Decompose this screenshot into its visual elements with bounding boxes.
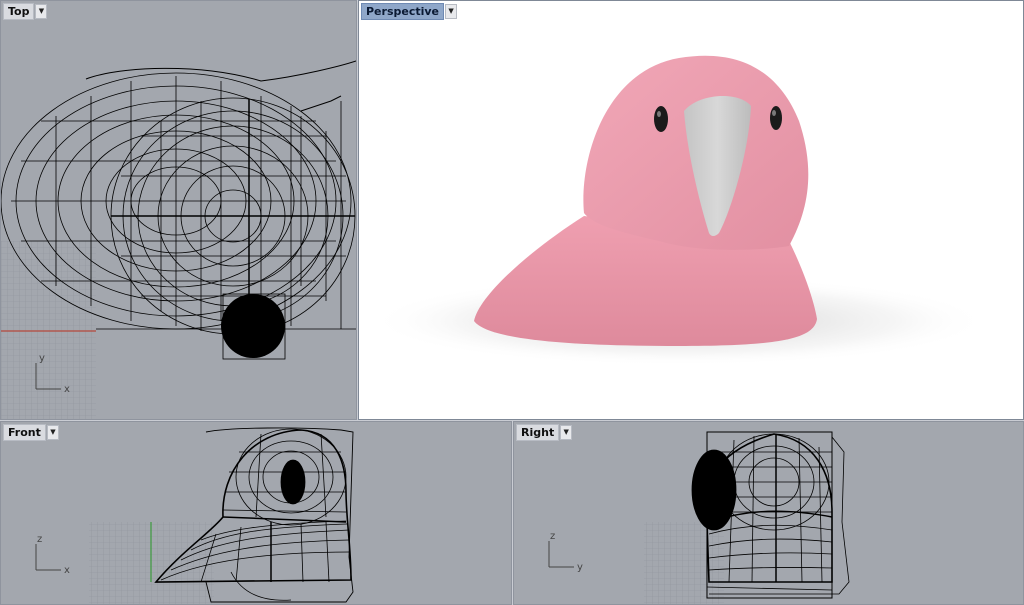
viewport-perspective[interactable]: Perspective ▼ (358, 0, 1024, 420)
axis-label-y: y (39, 353, 45, 364)
axis-label-x: x (64, 384, 70, 395)
viewport-title-top[interactable]: Top ▼ (3, 3, 48, 20)
perspective-render-canvas (369, 55, 989, 366)
bird-eye-right (770, 106, 782, 130)
eye-highlight-right (772, 110, 776, 116)
construction-grid (1, 241, 96, 419)
viewport-label-front[interactable]: Front (3, 424, 46, 441)
viewport-front[interactable]: Front ▼ z x (0, 421, 512, 605)
bird-eye-left (654, 106, 668, 132)
right-viewport-canvas: z y (548, 431, 850, 604)
viewport-title-perspective[interactable]: Perspective ▼ (361, 3, 458, 20)
axis-gizmo (548, 541, 574, 568)
front-viewport-canvas: z x (35, 427, 354, 604)
construction-grid (644, 522, 724, 604)
viewport-label-right[interactable]: Right (516, 424, 560, 441)
guide-curve (300, 95, 342, 112)
chevron-down-icon[interactable]: ▼ (445, 4, 458, 19)
chevron-down-icon[interactable]: ▼ (35, 4, 48, 19)
viewport-title-right[interactable]: Right ▼ (516, 424, 573, 441)
viewport-title-front[interactable]: Front ▼ (3, 424, 59, 441)
axis-gizmo (35, 544, 61, 571)
eye-highlight-left (657, 111, 661, 117)
viewport-right[interactable]: Right ▼ z y (513, 421, 1024, 605)
viewport-top[interactable]: Top ▼ y x (0, 0, 357, 420)
axis-label-z: z (37, 534, 42, 545)
viewport-label-perspective[interactable]: Perspective (361, 3, 445, 20)
axis-label-x: x (64, 565, 70, 576)
axis-label-z: z (550, 531, 555, 542)
chevron-down-icon[interactable]: ▼ (46, 425, 59, 440)
viewport-label-top[interactable]: Top (3, 3, 35, 20)
chevron-down-icon[interactable]: ▼ (560, 425, 573, 440)
beak-wireframe (221, 294, 285, 358)
axis-label-y: y (577, 562, 583, 573)
top-viewport-canvas: y x (1, 60, 356, 419)
